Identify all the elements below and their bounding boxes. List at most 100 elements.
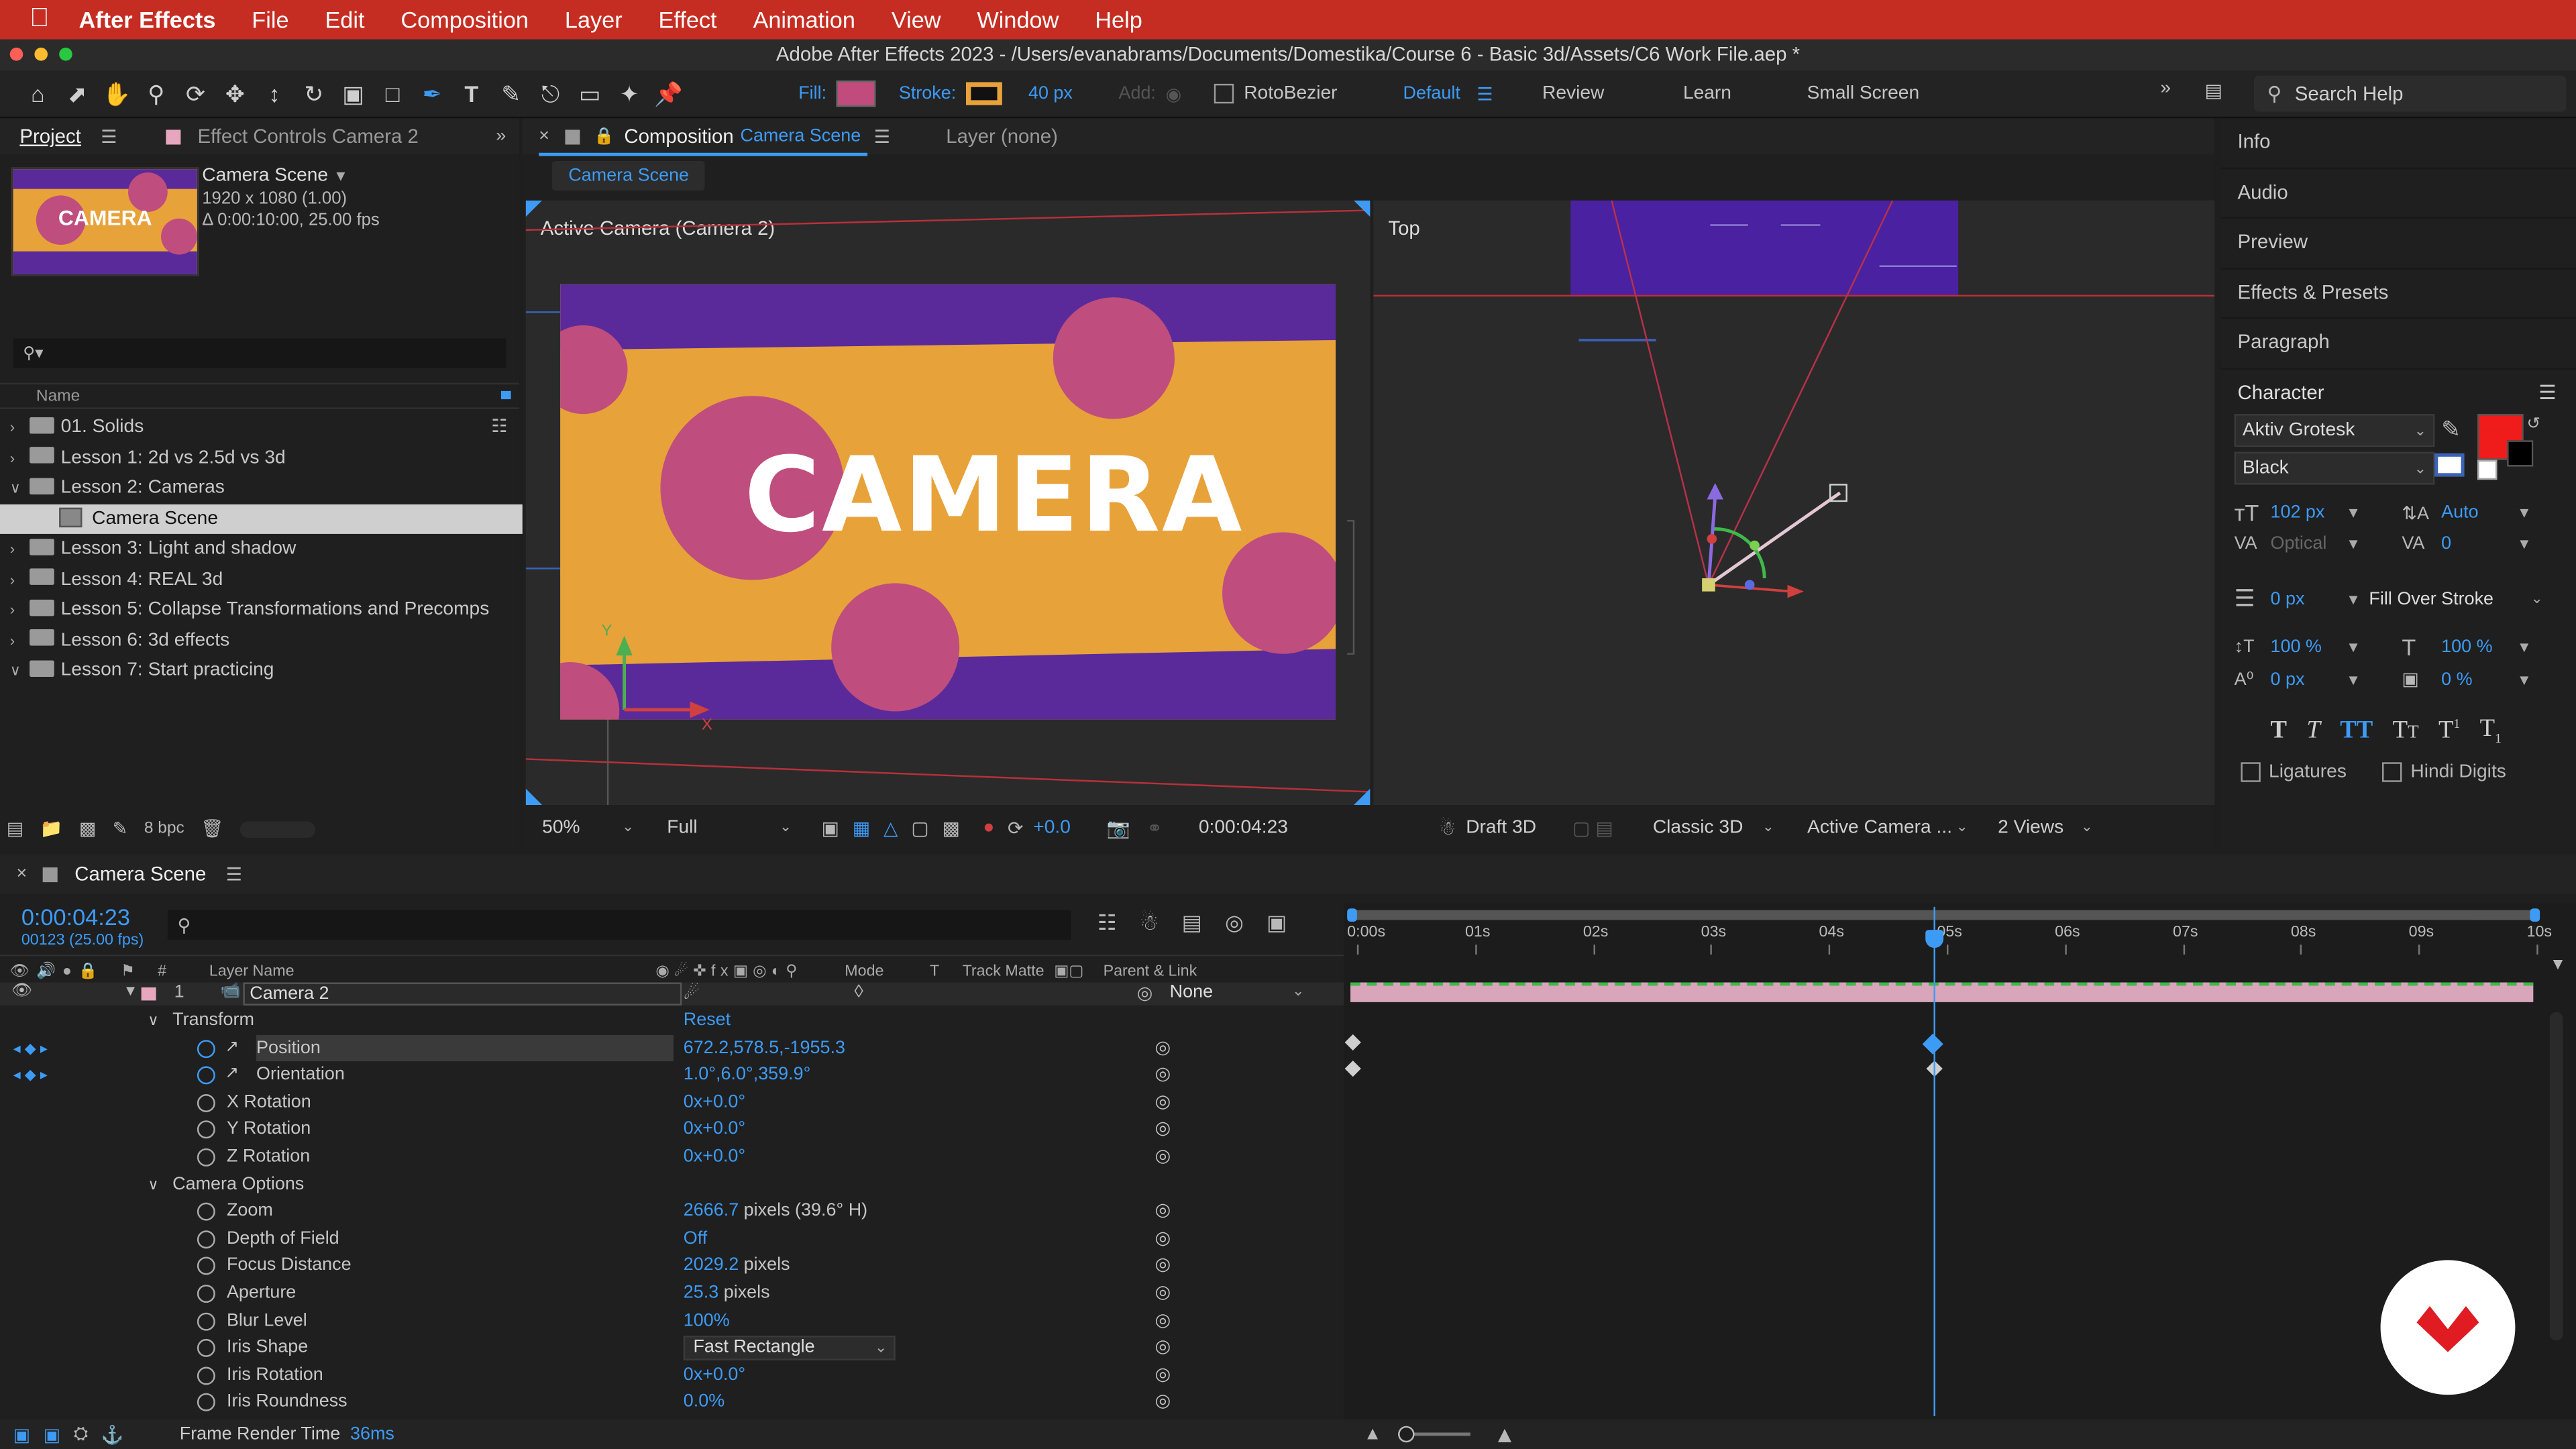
- expression-pick-whip-icon[interactable]: ◎: [1155, 1089, 1171, 1116]
- new-folder-icon[interactable]: 📁: [40, 818, 63, 839]
- graph-icon[interactable]: ↗: [225, 1062, 239, 1089]
- minimize-window-button[interactable]: [34, 48, 48, 61]
- home-icon[interactable]: ⌂: [23, 79, 52, 109]
- timeline-timecode[interactable]: 0:00:04:23: [21, 904, 130, 930]
- horizontal-scale-dropdown[interactable]: ▼: [2517, 639, 2532, 655]
- property-row[interactable]: ∨ Transform Reset: [0, 1007, 1344, 1034]
- hand-tool-icon[interactable]: ✋: [102, 79, 131, 109]
- layer-row[interactable]: 👁 ▼ 1 📹 Camera 2 ☄ ◊ ◎ None ⌄: [0, 982, 1344, 1006]
- playhead-handle[interactable]: [1925, 930, 1944, 949]
- swap-colors-icon[interactable]: ↺: [2527, 416, 2541, 434]
- pan-behind-icon[interactable]: ▣: [338, 79, 368, 109]
- tsume-dropdown[interactable]: ▼: [2517, 671, 2532, 687]
- zoom-window-button[interactable]: [59, 48, 72, 61]
- panel-audio[interactable]: Audio: [2221, 168, 2576, 219]
- draft3d-timeline-icon[interactable]: ☃: [1140, 910, 1159, 936]
- expand-panel-icon[interactable]: »: [496, 127, 506, 146]
- comp-breadcrumb[interactable]: Camera Scene: [551, 161, 706, 191]
- time-ruler[interactable]: 0:00s 01s 02s 03s 04s 05s 06s 07s 08s 09s 10s: [1344, 923, 2552, 959]
- font-size[interactable]: 102 px: [2270, 502, 2346, 522]
- chevron-right-icon[interactable]: ›: [10, 625, 30, 655]
- tracking[interactable]: 0: [2441, 534, 2517, 553]
- expression-pick-whip-icon[interactable]: ◎: [1155, 1062, 1171, 1089]
- playhead[interactable]: [1933, 906, 1935, 1417]
- property-value[interactable]: Reset: [684, 1007, 731, 1034]
- tsume[interactable]: 0 %: [2441, 669, 2517, 689]
- interpret-footage-icon[interactable]: ▤: [7, 818, 23, 839]
- property-value[interactable]: 0x+0.0°: [684, 1089, 745, 1116]
- reset-exposure-icon[interactable]: ⟳: [1008, 816, 1024, 839]
- property-row[interactable]: Depth of Field Off ◎: [0, 1225, 1344, 1252]
- expression-pick-whip-icon[interactable]: ◎: [1155, 1334, 1171, 1362]
- label-column-icon[interactable]: ⚑: [121, 962, 135, 980]
- graph-icon[interactable]: ↗: [225, 1034, 239, 1062]
- project-item[interactable]: › Lesson 1: 2d vs 2.5d vs 3d: [0, 443, 509, 473]
- menu-effect[interactable]: Effect: [659, 7, 717, 33]
- pick-whip-icon[interactable]: ◎: [1137, 982, 1153, 1004]
- video-switch-icon[interactable]: 👁: [10, 962, 30, 980]
- expression-pick-whip-icon[interactable]: ◎: [1155, 1116, 1171, 1144]
- stopwatch-icon[interactable]: [197, 1230, 215, 1248]
- property-row[interactable]: Iris Rotation 0x+0.0° ◎: [0, 1362, 1344, 1389]
- timeline-menu-icon[interactable]: ☰: [226, 863, 242, 884]
- zoom-slider[interactable]: [1397, 1426, 1470, 1443]
- leading-dropdown[interactable]: ▼: [2517, 504, 2532, 521]
- layer-name-header[interactable]: Layer Name: [209, 962, 294, 980]
- chevron-right-icon[interactable]: ›: [10, 564, 30, 594]
- toggle-modes-icon[interactable]: ▣: [44, 1424, 60, 1444]
- project-item[interactable]: ∨ Lesson 7: Start practicing: [0, 655, 509, 686]
- rotobezier-checkbox[interactable]: [1214, 83, 1234, 104]
- property-row[interactable]: Y Rotation 0x+0.0° ◎: [0, 1116, 1344, 1144]
- project-search[interactable]: ⚲▾: [13, 338, 506, 368]
- lock-icon[interactable]: 🔒: [594, 127, 614, 146]
- tab-layer[interactable]: Layer (none): [946, 125, 1058, 148]
- property-value[interactable]: Off: [684, 1225, 707, 1252]
- col-name-header[interactable]: Name: [36, 388, 80, 406]
- faux-bold-icon[interactable]: T: [2270, 717, 2287, 745]
- property-value[interactable]: 0x+0.0°: [684, 1116, 745, 1144]
- show-snapshot-icon[interactable]: ⚭: [1146, 816, 1163, 839]
- property-row[interactable]: Iris Roundness 0.0% ◎: [0, 1389, 1344, 1416]
- chevron-right-icon[interactable]: ›: [10, 413, 30, 443]
- close-timeline-tab-icon[interactable]: ×: [16, 864, 27, 883]
- property-row[interactable]: Iris Shape Fast Rectangle ⌄ ◎: [0, 1334, 1344, 1362]
- menu-edit[interactable]: Edit: [325, 7, 364, 33]
- motion-blur-icon[interactable]: ◎: [1225, 910, 1244, 936]
- search-help[interactable]: ⚲ Search Help: [2254, 75, 2567, 112]
- font-size-dropdown[interactable]: ▼: [2346, 504, 2402, 521]
- zoom-dropdown[interactable]: 50% ⌄: [542, 818, 634, 838]
- menu-window[interactable]: Window: [977, 7, 1059, 33]
- property-value[interactable]: 0.0%: [684, 1389, 724, 1416]
- subscript-icon[interactable]: T1: [2480, 716, 2502, 746]
- timeline-scrollbar[interactable]: [2549, 1012, 2563, 1341]
- property-value[interactable]: 1.0°,6.0°,359.9°: [684, 1062, 811, 1089]
- toggle-switches-icon[interactable]: ▣: [13, 1424, 30, 1444]
- zoom-in-icon[interactable]: ▲: [1493, 1421, 1516, 1447]
- stroke-swatch[interactable]: [965, 82, 1002, 105]
- property-row[interactable]: ◂ ◆ ▸ ↗ Position 672.2,578.5,-1955.3 ◎: [0, 1034, 1344, 1062]
- stopwatch-icon[interactable]: [197, 1393, 215, 1412]
- stopwatch-icon[interactable]: [197, 1121, 215, 1140]
- workspace-learn[interactable]: Learn: [1683, 84, 1731, 103]
- stroke-width[interactable]: 40 px: [1028, 84, 1073, 103]
- zoom-out-icon[interactable]: ▲: [1364, 1424, 1382, 1444]
- tab-composition[interactable]: Composition: [624, 125, 733, 148]
- faux-italic-icon[interactable]: T: [2306, 717, 2320, 745]
- property-value[interactable]: 0x+0.0°: [684, 1362, 745, 1389]
- expression-pick-whip-icon[interactable]: ◎: [1155, 1225, 1171, 1252]
- baseline-shift[interactable]: 0 px: [2270, 669, 2346, 689]
- top-viewer[interactable]: Top: [1373, 200, 2215, 806]
- timeline-tab[interactable]: Camera Scene: [74, 863, 206, 885]
- expression-pick-whip-icon[interactable]: ◎: [1155, 1389, 1171, 1416]
- zoom-slider-thumb[interactable]: [1397, 1426, 1415, 1443]
- menu-help[interactable]: Help: [1095, 7, 1142, 33]
- trash-icon[interactable]: 🗑: [201, 818, 223, 839]
- visibility-eye-icon[interactable]: 👁: [11, 982, 32, 1000]
- stroke-width-dropdown[interactable]: ▼: [2346, 590, 2362, 606]
- property-row[interactable]: Focus Distance 2029.2 pixels ◎: [0, 1252, 1344, 1280]
- property-row[interactable]: Blur Level 100% ◎: [0, 1307, 1344, 1334]
- roto-brush-icon[interactable]: ✦: [614, 79, 644, 109]
- camera-view-dropdown[interactable]: Active Camera ... ⌄: [1807, 818, 1968, 838]
- property-value[interactable]: 25.3 pixels: [684, 1280, 770, 1307]
- axis-gizmo[interactable]: Y X: [595, 619, 727, 734]
